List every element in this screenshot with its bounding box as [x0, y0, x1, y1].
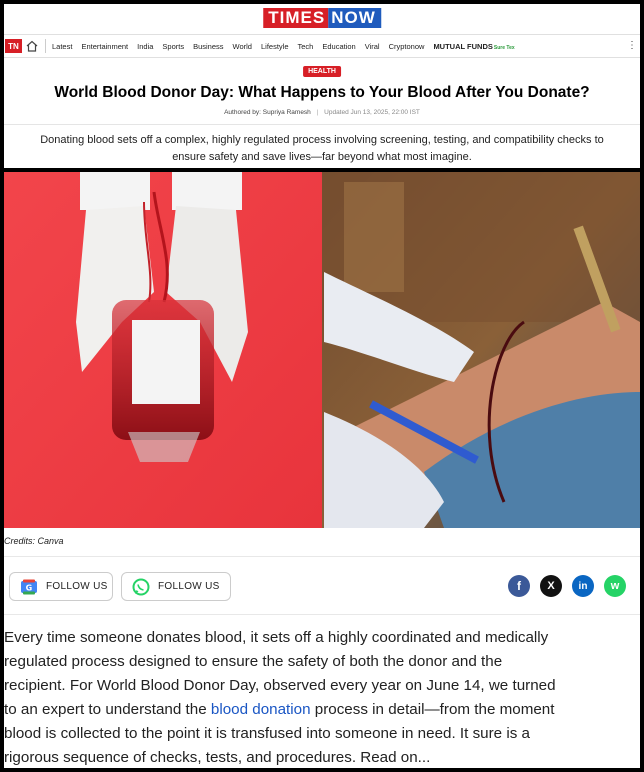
- nav-item-sports[interactable]: Sports: [162, 42, 184, 51]
- google-news-icon: G: [21, 579, 37, 594]
- nav-item-lifestyle[interactable]: Lifestyle: [261, 42, 289, 51]
- logo-part-times: TIMES: [263, 8, 329, 28]
- logo-part-now: NOW: [328, 8, 381, 28]
- updated-timestamp: Updated Jun 13, 2025, 22:00 IST: [324, 109, 420, 116]
- author-name[interactable]: Supriya Ramesh: [263, 109, 311, 116]
- summary-line: ensure safety and save lives—far beyond …: [172, 151, 472, 163]
- article-headline: World Blood Donor Day: What Happens to Y…: [54, 84, 590, 101]
- blood-donation-photo: [4, 172, 640, 528]
- follow-whatsapp-button[interactable]: FOLLOW US: [121, 572, 231, 601]
- whatsapp-share-icon[interactable]: w: [604, 575, 626, 597]
- byline: Authored by: Supriya Ramesh | Updated Ju…: [4, 109, 640, 116]
- nav-item-business[interactable]: Business: [193, 42, 223, 51]
- divider: [4, 614, 640, 615]
- nav-divider: [45, 39, 46, 53]
- whatsapp-icon: [132, 578, 150, 595]
- nav-item-cryptonow[interactable]: Cryptonow: [389, 42, 425, 51]
- timesnow-logo[interactable]: TIMES NOW: [263, 8, 381, 28]
- author-label: Authored by:: [224, 109, 261, 116]
- nav-item-education[interactable]: Education: [322, 42, 355, 51]
- category-tag[interactable]: HEALTH: [303, 66, 341, 77]
- nav-item-india[interactable]: India: [137, 42, 153, 51]
- nav-item-entertainment[interactable]: Entertainment: [81, 42, 128, 51]
- body-line: recipient. For World Blood Donor Day, ob…: [4, 677, 556, 694]
- nav-item-tech[interactable]: Tech: [298, 42, 314, 51]
- article-content: Credits: Canva G FOLLOW US FOLLOW US f X…: [4, 172, 640, 768]
- article-header: TIMES NOW TN Latest Entertainment India …: [4, 4, 640, 168]
- follow-google-news-button[interactable]: G FOLLOW US: [9, 572, 113, 601]
- svg-text:G: G: [26, 583, 33, 592]
- body-line: regulated process designed to ensure the…: [4, 653, 503, 670]
- divider: [4, 124, 640, 125]
- more-menu-icon[interactable]: ⋮: [627, 40, 637, 51]
- linkedin-share-icon[interactable]: in: [572, 575, 594, 597]
- top-nav: TN Latest Entertainment India Sports Bus…: [4, 34, 640, 58]
- home-icon[interactable]: [25, 39, 39, 53]
- body-text-segment: process in detail—from the moment: [310, 701, 555, 718]
- follow-label: FOLLOW US: [158, 581, 220, 592]
- mutual-funds-label: MUTUAL FUNDS: [433, 41, 493, 51]
- body-line: to an expert to understand the blood don…: [4, 698, 640, 722]
- summary-line: Donating blood sets off a complex, highl…: [40, 134, 604, 146]
- x-share-icon[interactable]: X: [540, 575, 562, 597]
- nav-item-latest[interactable]: Latest: [52, 42, 72, 51]
- article-summary: Donating blood sets off a complex, highl…: [4, 132, 640, 166]
- hero-image: [4, 172, 640, 528]
- nav-item-viral[interactable]: Viral: [365, 42, 380, 51]
- nav-item-world[interactable]: World: [233, 42, 252, 51]
- tn-badge[interactable]: TN: [5, 39, 22, 53]
- facebook-share-icon[interactable]: f: [508, 575, 530, 597]
- divider: [4, 556, 640, 557]
- mutual-funds-sub: Sure Tex: [493, 44, 515, 51]
- body-line: Every time someone donates blood, it set…: [4, 629, 549, 646]
- nav-item-mutual-funds[interactable]: MUTUAL FUNDSSure Tex: [433, 42, 514, 51]
- image-credits: Credits: Canva: [4, 536, 64, 546]
- article-body: Every time someone donates blood, it set…: [4, 626, 640, 770]
- body-text-segment: to an expert to understand the: [4, 701, 211, 718]
- body-line: blood is collected to the point it is tr…: [4, 725, 530, 742]
- follow-label: FOLLOW US: [46, 581, 108, 592]
- body-line: rigorous sequence of checks, tests, and …: [4, 749, 431, 766]
- blood-donation-link[interactable]: blood donation: [211, 701, 311, 718]
- byline-divider: |: [316, 109, 319, 116]
- share-bar: f X in w: [508, 575, 626, 597]
